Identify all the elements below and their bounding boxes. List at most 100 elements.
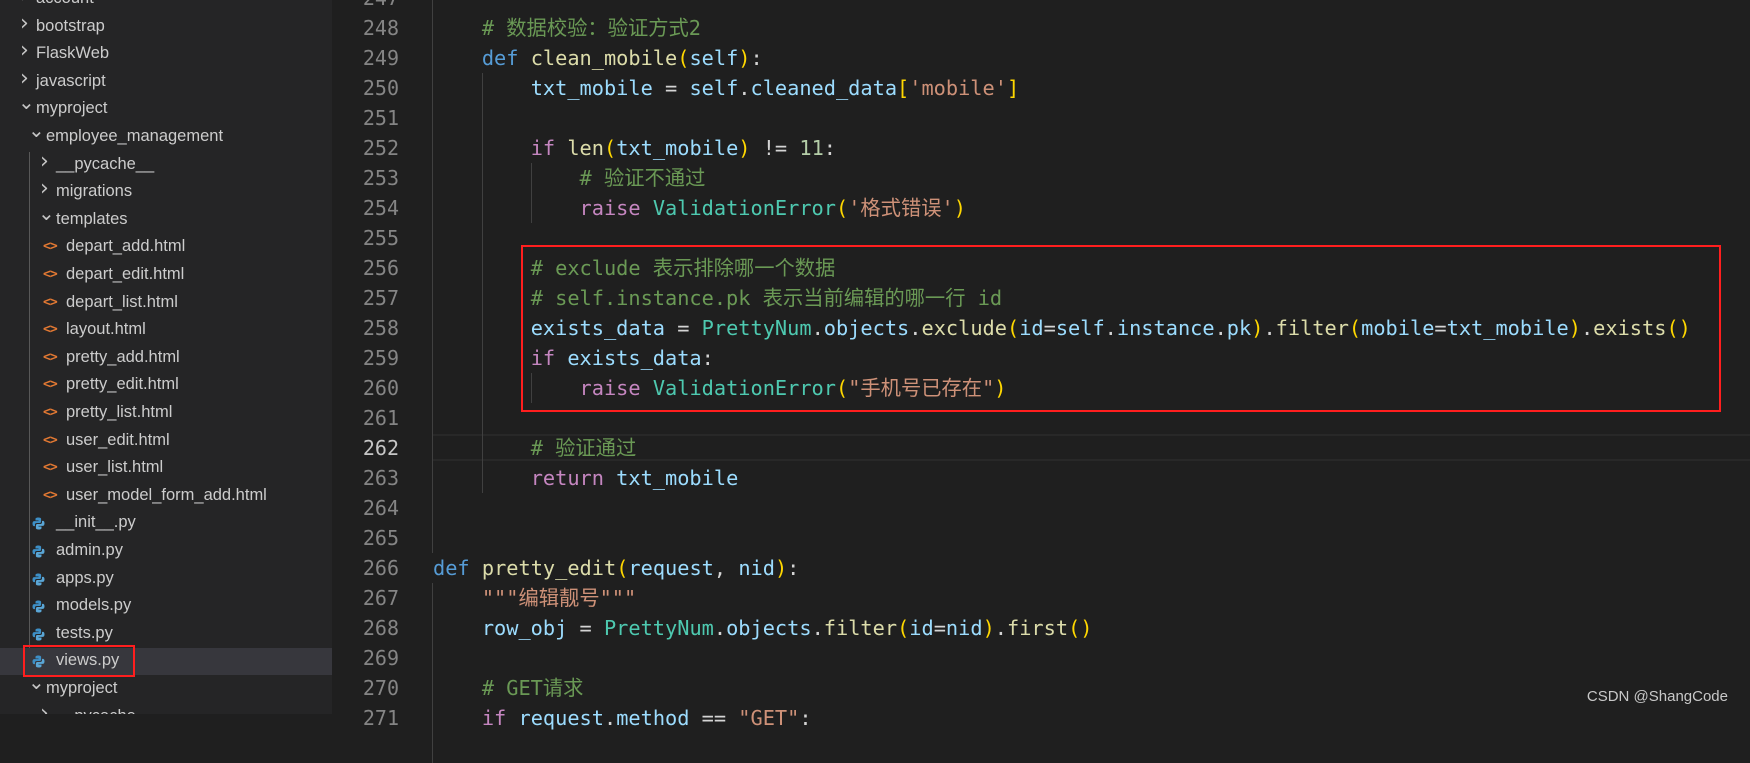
code-token-op (433, 316, 531, 340)
html-file-icon: <> (43, 377, 58, 393)
code-token-cls: ValidationError (652, 196, 836, 220)
line-number: 261 (362, 406, 399, 430)
code-token-op: : (750, 46, 763, 70)
tree-folder[interactable]: › __pycache__ (0, 701, 332, 714)
code-token-var: cleaned_data (750, 76, 898, 100)
code-token-num: 11 (799, 136, 824, 160)
code-token-op (433, 676, 482, 700)
code-line[interactable]: # GET请求 (433, 673, 584, 703)
code-line[interactable]: # 验证不通过 (433, 163, 706, 193)
code-line[interactable]: txt_mobile = self.cleaned_data['mobile'] (433, 73, 1019, 103)
tree-file[interactable]: <> user_model_form_add.html (0, 483, 332, 510)
tree-item-label: depart_edit.html (66, 265, 185, 283)
code-token-op (433, 256, 531, 280)
code-token-cls: PrettyNum (603, 616, 714, 640)
code-token-op: : (787, 556, 800, 580)
code-token-op: = (933, 616, 946, 640)
code-line[interactable]: # 数据校验：验证方式2 (433, 13, 701, 43)
python-file-icon (32, 600, 45, 613)
line-number: 268 (362, 616, 399, 640)
tree-file[interactable]: <> depart_list.html (0, 290, 332, 317)
line-number: 258 (362, 316, 399, 340)
annotation-box-code-block (521, 245, 1721, 412)
chevron-down-icon: ⌄ (38, 200, 55, 225)
tree-file[interactable]: <> layout.html (0, 317, 332, 344)
tree-file[interactable]: apps.py (0, 566, 332, 593)
tree-folder[interactable]: › FlaskWeb (0, 38, 332, 68)
line-number: 255 (362, 226, 399, 250)
tree-folder[interactable]: ⌄ templates (0, 201, 332, 234)
chevron-down-icon: ⌄ (18, 90, 35, 115)
code-line[interactable]: row_obj = PrettyNum.objects.filter(id=ni… (433, 613, 1093, 643)
code-token-comment: # 验证通过 (530, 436, 637, 460)
code-line[interactable]: return txt_mobile (433, 463, 739, 493)
tree-file[interactable]: <> depart_edit.html (0, 262, 332, 289)
code-token-br: ) (738, 136, 751, 160)
html-file-icon: <> (43, 267, 58, 282)
tree-file[interactable]: <> user_edit.html (0, 428, 332, 455)
html-file-icon: <> (43, 349, 58, 365)
code-token-op (641, 196, 653, 220)
code-token-var: self (689, 76, 739, 100)
tree-folder[interactable]: › javascript (0, 66, 332, 96)
tree-file[interactable]: tests.py (0, 621, 332, 648)
code-token-op: . (713, 616, 727, 640)
code-token-kw: def (481, 46, 519, 70)
tree-folder[interactable]: › __pycache__ (0, 149, 332, 179)
tree-file[interactable]: __init__.py (0, 510, 332, 537)
tree-item-label: FlaskWeb (36, 44, 110, 63)
code-token-br: ( (616, 556, 629, 580)
tree-item-label: admin.py (56, 541, 123, 559)
tree-file[interactable]: <> user_list.html (0, 455, 332, 482)
tree-folder[interactable]: › account (0, 0, 332, 13)
code-token-var: id (909, 616, 934, 640)
python-file-icon (32, 545, 45, 558)
code-token-comment: # 验证不通过 (579, 166, 706, 190)
code-token-op: != (750, 136, 800, 160)
tree-file[interactable]: models.py (0, 593, 332, 620)
line-number: 270 (362, 676, 399, 700)
code-token-op: = (567, 616, 604, 640)
line-number: 269 (362, 646, 399, 670)
tree-file[interactable]: <> depart_add.html (0, 234, 332, 261)
tree-file[interactable]: <> pretty_edit.html (0, 372, 332, 399)
tree-item-label: javascript (36, 71, 106, 90)
code-token-op: : (799, 706, 812, 730)
line-number: 252 (362, 136, 399, 160)
tree-item-label: bootstrap (36, 16, 105, 35)
line-number: 262 (362, 436, 399, 460)
tree-item-label: migrations (56, 182, 133, 201)
code-line[interactable]: # 验证通过 (433, 433, 637, 463)
tree-file[interactable]: <> pretty_add.html (0, 345, 332, 372)
code-token-op: , (713, 556, 739, 580)
code-token-op: : (823, 136, 836, 160)
code-token-str: '格式错误' (848, 196, 954, 220)
tree-folder[interactable]: ⌄ myproject (0, 90, 332, 123)
tree-item-label: depart_list.html (66, 292, 178, 311)
tree-item-label: user_edit.html (66, 430, 170, 449)
code-token-br: ) (953, 196, 966, 220)
code-line[interactable]: if request.method == "GET": (433, 703, 812, 733)
code-line[interactable]: def pretty_edit(request, nid): (433, 553, 799, 583)
code-line[interactable]: if len(txt_mobile) != 11: (433, 133, 836, 163)
code-token-str: 'mobile' (909, 76, 1007, 100)
tree-item-label: myproject (36, 99, 108, 118)
tree-folder[interactable]: ⌄ employee_management (0, 118, 332, 151)
code-token-op (506, 706, 518, 730)
html-file-icon: <> (43, 294, 58, 310)
tree-file[interactable]: <> pretty_list.html (0, 400, 332, 427)
code-line[interactable]: raise ValidationError('格式错误') (433, 193, 966, 223)
tree-item-label: pretty_list.html (66, 403, 173, 421)
code-line[interactable]: """编辑靓号""" (433, 583, 636, 613)
code-token-fn: first (1007, 616, 1069, 640)
tree-folder[interactable]: ⌄ myproject (0, 670, 332, 703)
code-token-op (433, 76, 531, 100)
code-line[interactable]: def clean_mobile(self): (433, 43, 763, 73)
code-token-var: request (628, 556, 714, 580)
tree-folder[interactable]: › bootstrap (0, 10, 332, 41)
line-number: 249 (362, 46, 399, 70)
tree-file[interactable]: admin.py (0, 538, 332, 565)
code-token-op (433, 436, 531, 460)
chevron-right-icon: › (20, 10, 29, 36)
explorer-sidebar: ›account›bootstrap›FlaskWeb›javascript⌄m… (0, 0, 332, 714)
